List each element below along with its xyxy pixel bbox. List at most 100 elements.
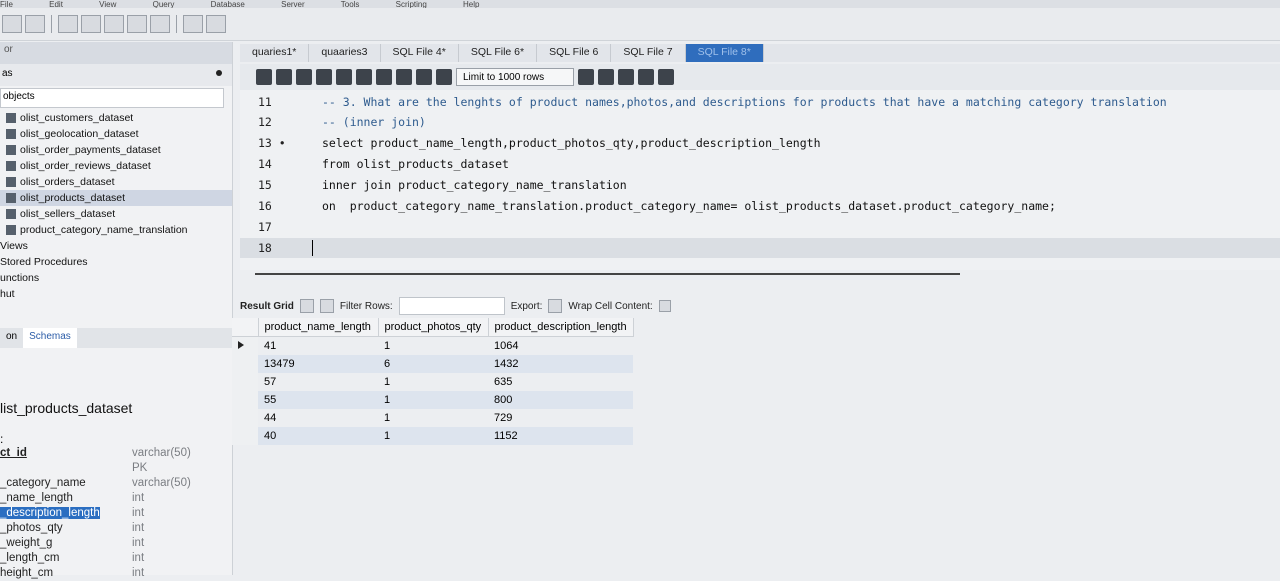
- column-row: PK: [0, 461, 232, 476]
- table-cell[interactable]: 1: [378, 390, 488, 409]
- tab-query-2[interactable]: quaaries3: [309, 44, 381, 62]
- filter-rows-input[interactable]: [398, 297, 505, 315]
- line-number: 15: [258, 178, 272, 192]
- table-cell[interactable]: 40: [258, 426, 378, 445]
- table-item[interactable]: olist_order_reviews_dataset: [0, 158, 232, 174]
- column-header[interactable]: product_photos_qty: [378, 318, 489, 337]
- table-cell[interactable]: 55: [258, 390, 378, 409]
- execute-current-icon[interactable]: [316, 69, 332, 85]
- table-item[interactable]: olist_customers_dataset: [0, 110, 232, 126]
- tab-sql-file-6-modified[interactable]: SQL File 6*: [459, 44, 538, 62]
- table-cell[interactable]: 57: [258, 373, 378, 391]
- invisible-chars-icon[interactable]: [638, 69, 654, 85]
- tab-schemas[interactable]: Schemas: [23, 328, 77, 348]
- stop-icon[interactable]: [356, 69, 372, 85]
- table-item-label: olist_order_reviews_dataset: [20, 160, 151, 172]
- table-cell[interactable]: 1152: [488, 426, 634, 445]
- dot-icon[interactable]: [216, 70, 222, 76]
- schema-icon[interactable]: [58, 15, 78, 33]
- table-cell[interactable]: 1: [378, 426, 488, 445]
- tab-sql-file-8-active[interactable]: SQL File 8*: [685, 44, 764, 62]
- tree-category-last[interactable]: hut: [0, 286, 232, 302]
- panel-divider[interactable]: [255, 273, 960, 275]
- export-icon[interactable]: [548, 299, 563, 313]
- wrap-toggle-icon[interactable]: [658, 300, 671, 312]
- column-name: _category_name: [0, 477, 86, 489]
- tab-sql-file-4[interactable]: SQL File 4*: [381, 44, 459, 62]
- tab-administration[interactable]: on: [0, 328, 23, 348]
- bookmark-icon[interactable]: [578, 69, 594, 85]
- limit-rows-select[interactable]: Limit to 1000 rows: [456, 68, 574, 86]
- view-icon[interactable]: [104, 15, 124, 33]
- table-cell[interactable]: 1: [378, 373, 488, 391]
- open-file-icon[interactable]: [256, 69, 272, 85]
- column-name: ct_id: [0, 447, 27, 459]
- table-cell[interactable]: 6: [378, 354, 488, 373]
- table-cell[interactable]: 635: [488, 373, 633, 391]
- wrap-icon[interactable]: [658, 69, 674, 85]
- table-icon: [6, 161, 16, 171]
- table-cell[interactable]: 729: [488, 409, 633, 427]
- table-cell[interactable]: 41: [258, 336, 378, 355]
- column-header[interactable]: product_name_length: [258, 318, 379, 337]
- sql-editor[interactable]: 11 -- 3. What are the lenghts of product …: [240, 90, 1280, 270]
- beautify-icon[interactable]: [598, 69, 614, 85]
- tree-category-procedures[interactable]: Stored Procedures: [0, 254, 232, 270]
- row-marker[interactable]: [232, 372, 258, 391]
- execute-icon[interactable]: [296, 69, 312, 85]
- result-toolbar: Result Grid Filter Rows: Export: Wrap Ce…: [240, 296, 860, 316]
- tree-category-views[interactable]: Views: [0, 238, 232, 254]
- row-marker[interactable]: [232, 390, 258, 409]
- tab-sql-file-6[interactable]: SQL File 6: [537, 44, 612, 62]
- find-icon[interactable]: [618, 69, 634, 85]
- row-marker[interactable]: [232, 426, 258, 445]
- row-marker-header: [232, 318, 259, 337]
- commit-icon[interactable]: [396, 69, 412, 85]
- table-cell[interactable]: 13479: [258, 354, 378, 373]
- autocommit-icon[interactable]: [436, 69, 452, 85]
- table-icon: [6, 193, 16, 203]
- table-cell[interactable]: 1432: [488, 354, 634, 373]
- table-icon: [6, 225, 16, 235]
- tab-sql-file-7[interactable]: SQL File 7: [611, 44, 686, 62]
- table-item[interactable]: olist_geolocation_dataset: [0, 126, 232, 142]
- refresh-icon[interactable]: [319, 299, 334, 313]
- toggle-error-icon[interactable]: [376, 69, 392, 85]
- save-icon[interactable]: [276, 69, 292, 85]
- tree-category-functions[interactable]: unctions: [0, 270, 232, 286]
- line-number: 16: [258, 199, 272, 213]
- reconnect-icon[interactable]: [206, 15, 226, 33]
- table-row: 40 1 1152: [232, 426, 634, 445]
- explain-icon[interactable]: [336, 69, 352, 85]
- table-item[interactable]: olist_orders_dataset: [0, 174, 232, 190]
- new-sql-tab-icon[interactable]: [2, 15, 22, 33]
- table-cell[interactable]: 1: [378, 336, 488, 355]
- row-marker[interactable]: [232, 336, 258, 355]
- grid-icon[interactable]: [299, 299, 314, 313]
- open-sql-icon[interactable]: [25, 15, 45, 33]
- query-tabs: quaries1* quaaries3 SQL File 4* SQL File…: [240, 44, 1280, 62]
- procedure-icon[interactable]: [127, 15, 147, 33]
- table-item-label: olist_sellers_dataset: [20, 208, 116, 220]
- table-cell[interactable]: 1: [378, 409, 488, 427]
- table-item[interactable]: product_category_name_translation: [0, 222, 232, 238]
- table-cell[interactable]: 44: [258, 409, 378, 427]
- column-row: _category_name varchar(50): [0, 476, 232, 491]
- table-icon[interactable]: [81, 15, 101, 33]
- table-item[interactable]: olist_order_payments_dataset: [0, 142, 232, 158]
- function-icon[interactable]: [150, 15, 170, 33]
- table-item[interactable]: olist_sellers_dataset: [0, 206, 232, 222]
- search-table-icon[interactable]: [183, 15, 203, 33]
- table-cell[interactable]: 1064: [488, 336, 633, 355]
- table-item-selected[interactable]: olist_products_dataset: [0, 190, 232, 206]
- rollback-icon[interactable]: [416, 69, 432, 85]
- line-number: 17: [258, 220, 272, 234]
- filter-objects-input[interactable]: objects: [0, 88, 224, 108]
- row-marker[interactable]: [232, 354, 258, 373]
- tab-query-1[interactable]: quaries1*: [240, 44, 310, 62]
- result-grid-label[interactable]: Result Grid: [240, 301, 294, 312]
- row-marker[interactable]: [232, 408, 258, 427]
- column-row: _length_cm int: [0, 551, 232, 566]
- table-cell[interactable]: 800: [488, 390, 634, 409]
- column-header[interactable]: product_description_length: [488, 318, 634, 337]
